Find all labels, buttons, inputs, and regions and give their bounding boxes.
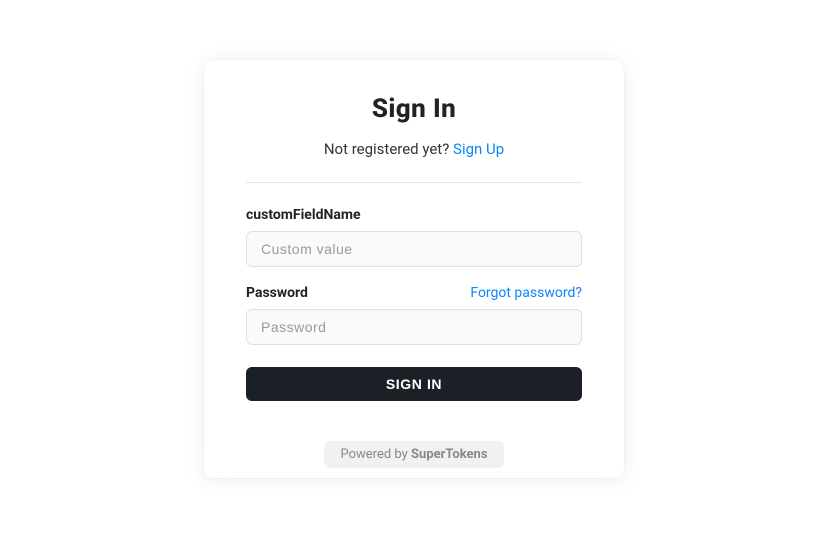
subtitle-text: Not registered yet? <box>324 140 453 158</box>
password-field-input[interactable] <box>246 309 582 345</box>
brand-name: SuperTokens <box>411 447 487 462</box>
divider <box>246 182 582 183</box>
signup-link[interactable]: Sign Up <box>453 140 504 158</box>
powered-by-badge: Powered by SuperTokens <box>324 441 503 468</box>
signin-card: Sign In Not registered yet? Sign Up cust… <box>204 60 624 478</box>
custom-field-label: customFieldName <box>246 207 361 223</box>
page-title: Sign In <box>246 94 582 124</box>
custom-field-input[interactable] <box>246 231 582 267</box>
footer: Powered by SuperTokens <box>204 433 624 478</box>
powered-by-text: Powered by <box>340 447 411 462</box>
password-field-label: Password <box>246 285 308 301</box>
signin-button[interactable]: SIGN IN <box>246 367 582 401</box>
subtitle: Not registered yet? Sign Up <box>246 140 582 158</box>
custom-field-group: customFieldName <box>246 207 582 267</box>
forgot-password-link[interactable]: Forgot password? <box>470 285 582 301</box>
password-field-group: Password Forgot password? <box>246 285 582 345</box>
